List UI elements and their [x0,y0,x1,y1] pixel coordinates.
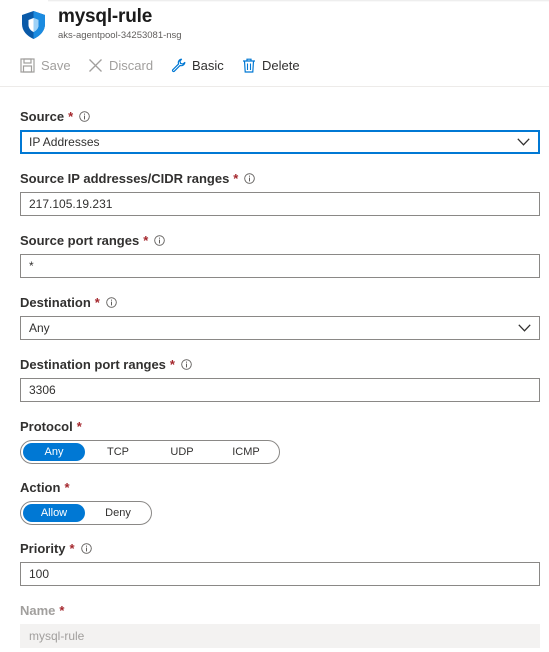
save-button[interactable]: Save [20,52,71,78]
protocol-option-icmp[interactable]: ICMP [215,443,277,461]
action-option-allow[interactable]: Allow [23,504,85,522]
basic-button[interactable]: Basic [171,52,224,78]
name-label-text: Name [20,603,56,618]
destination-ports-value: 3306 [29,383,56,397]
required-marker: * [68,109,74,124]
destination-ports-label-text: Destination port ranges [20,357,166,372]
source-value: IP Addresses [29,135,100,149]
protocol-label: Protocol * [20,419,82,434]
destination-label-text: Destination [20,295,91,310]
name-value: mysql-rule [29,629,85,643]
source-ports-label-text: Source port ranges [20,233,140,248]
close-icon [89,58,102,72]
save-label: Save [41,57,71,73]
page-title: mysql-rule [58,6,153,27]
source-ports-value: * [29,259,34,273]
save-icon [20,57,35,73]
info-icon[interactable] [79,111,90,122]
shield-icon [22,11,45,39]
discard-button[interactable]: Discard [88,52,153,78]
required-marker: * [76,419,82,434]
priority-label: Priority * [20,541,92,556]
protocol-label-text: Protocol [20,419,73,434]
required-marker: * [233,171,239,186]
chevron-down-icon [518,324,531,332]
source-dropdown[interactable]: IP Addresses [20,130,540,154]
priority-label-text: Priority [20,541,66,556]
source-label-text: Source [20,109,65,124]
source-ports-label: Source port ranges * [20,233,166,248]
source-ips-label: Source IP addresses/CIDR ranges * [20,171,256,186]
protocol-option-any[interactable]: Any [23,443,85,461]
protocol-option-udp[interactable]: UDP [151,443,213,461]
blade-header: mysql-rule aks-agentpool-34253081-nsg [0,0,549,48]
destination-value: Any [29,321,50,335]
name-input[interactable]: mysql-rule [20,624,540,648]
priority-value: 100 [29,567,50,581]
action-option-deny[interactable]: Deny [87,504,149,522]
required-marker: * [59,603,65,618]
destination-label: Destination * [20,295,117,310]
destination-ports-label: Destination port ranges * [20,357,192,372]
delete-label: Delete [262,57,300,73]
source-ips-input[interactable]: 217.105.19.231 [20,192,540,216]
priority-input[interactable]: 100 [20,562,540,586]
required-marker: * [69,541,75,556]
command-bar: Save Discard Basic Delete [0,52,549,80]
action-toggle: Allow Deny [20,501,152,525]
source-ips-label-text: Source IP addresses/CIDR ranges [20,171,230,186]
info-icon[interactable] [244,173,256,184]
info-icon[interactable] [181,359,192,370]
required-marker: * [64,480,70,495]
source-ports-input[interactable]: * [20,254,540,278]
info-icon[interactable] [106,297,117,308]
header-shadow [48,0,549,2]
toolbar-divider [0,86,549,87]
action-label: Action * [20,480,70,495]
wrench-icon [171,58,186,72]
destination-dropdown[interactable]: Any [20,316,540,340]
required-marker: * [94,295,100,310]
discard-label: Discard [109,57,154,73]
destination-ports-input[interactable]: 3306 [20,378,540,402]
basic-label: Basic [192,57,224,73]
trash-icon [243,58,255,73]
info-icon[interactable] [80,543,92,554]
delete-button[interactable]: Delete [242,52,300,78]
name-label: Name * [20,603,64,618]
page-subtitle: aks-agentpool-34253081-nsg [58,30,182,41]
protocol-option-tcp[interactable]: TCP [87,443,149,461]
source-ips-value: 217.105.19.231 [29,197,113,211]
required-marker: * [143,233,149,248]
protocol-toggle: Any TCP UDP ICMP [20,440,280,464]
chevron-down-icon [517,138,530,146]
source-label: Source * [20,109,90,124]
info-icon[interactable] [154,235,166,246]
required-marker: * [169,357,175,372]
action-label-text: Action [20,480,61,495]
